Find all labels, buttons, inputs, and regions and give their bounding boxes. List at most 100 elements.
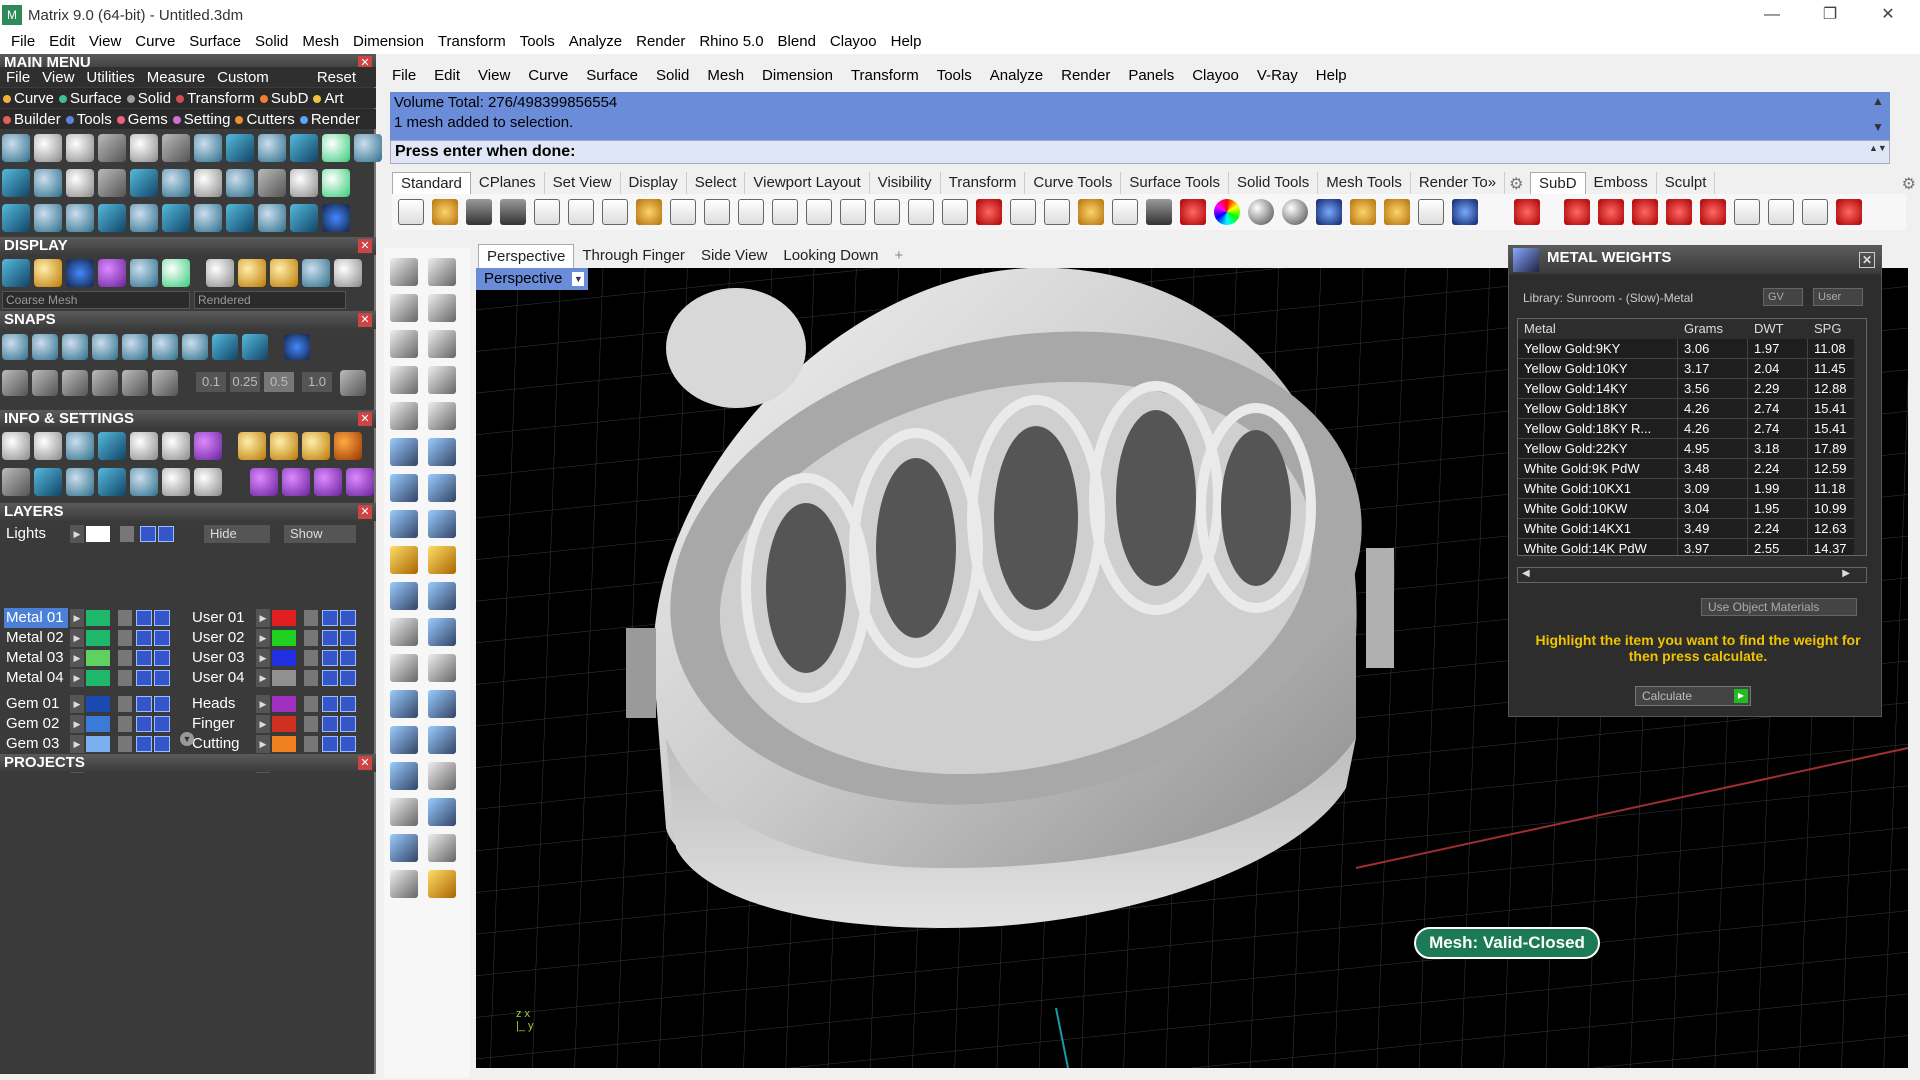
scale-icon[interactable] (428, 690, 456, 718)
layer-color-swatch[interactable] (272, 610, 296, 626)
expand-arrow-icon[interactable]: ▶ (70, 649, 84, 667)
visibility-icon[interactable] (322, 670, 338, 686)
visibility-icon[interactable] (154, 670, 170, 686)
polyline-icon[interactable] (390, 294, 418, 322)
visibility-icon[interactable] (154, 696, 170, 712)
subd-icon[interactable] (1700, 199, 1726, 225)
layer-color-swatch[interactable] (272, 716, 296, 732)
layer-row[interactable]: Metal 01 ▶ (0, 608, 184, 628)
grid-icon[interactable] (340, 370, 366, 396)
visibility-icon[interactable] (158, 526, 174, 542)
help-icon[interactable] (1452, 199, 1478, 225)
mm-measure[interactable]: Measure (141, 69, 211, 86)
offset-icon[interactable] (428, 654, 456, 682)
gear-icon[interactable] (1384, 199, 1410, 225)
lock-icon[interactable] (118, 696, 132, 712)
surface-icon[interactable] (390, 438, 418, 466)
expand-down-icon[interactable]: ▼ (180, 732, 194, 746)
menu-solid[interactable]: Solid (248, 30, 295, 54)
material-icon[interactable] (302, 259, 330, 287)
group-icon[interactable] (390, 726, 418, 754)
snap-icon[interactable] (152, 370, 178, 396)
text-icon[interactable] (390, 690, 418, 718)
layer-row[interactable]: User 01 ▶ (186, 608, 370, 628)
tab-render-tools[interactable]: Render To» (1411, 172, 1506, 194)
rhino-menu-clayoo[interactable]: Clayoo (1183, 67, 1248, 84)
menu-file[interactable]: File (4, 30, 42, 54)
tool-icon[interactable] (1010, 199, 1036, 225)
snap-icon[interactable] (242, 334, 268, 360)
tab-transform[interactable]: Transform (941, 172, 1026, 194)
snap-icon[interactable] (182, 334, 208, 360)
info-icon[interactable] (238, 432, 266, 460)
tool-icon[interactable] (226, 134, 254, 162)
layer-row-lights[interactable]: Lights ▶ Hide Show (0, 524, 376, 544)
subd-icon[interactable] (1666, 199, 1692, 225)
tool-icon[interactable] (290, 134, 318, 162)
rectangle-icon[interactable] (428, 366, 456, 394)
table-row[interactable]: White Gold:14KX1 3.49 2.24 12.63 (1518, 519, 1866, 539)
tool-icon[interactable] (194, 204, 222, 232)
expand-arrow-icon[interactable]: ▶ (256, 609, 270, 627)
visibility-icon[interactable] (340, 650, 356, 666)
rhino-menu-solid[interactable]: Solid (647, 67, 698, 84)
expand-arrow-icon[interactable]: ▶ (70, 525, 84, 543)
gumball-icon[interactable] (428, 798, 456, 826)
layer-color-swatch[interactable] (272, 670, 296, 686)
scroll-up-icon[interactable]: ▲ (1870, 94, 1886, 108)
move-icon[interactable] (390, 582, 418, 610)
table-row[interactable]: Yellow Gold:14KY 3.56 2.29 12.88 (1518, 379, 1866, 399)
cut-icon[interactable] (568, 199, 594, 225)
lock-icon[interactable] (304, 670, 318, 686)
move-icon[interactable] (738, 199, 764, 225)
close-icon[interactable]: ✕ (1859, 252, 1875, 268)
gv-toggle[interactable]: GV (1763, 288, 1803, 306)
tab-viewport-layout[interactable]: Viewport Layout (745, 172, 870, 194)
snap-icon[interactable] (122, 370, 148, 396)
layer-color-swatch[interactable] (272, 650, 296, 666)
rhino-menu-help[interactable]: Help (1307, 67, 1356, 84)
settings-icon[interactable] (1734, 199, 1760, 225)
visibility-icon[interactable] (154, 610, 170, 626)
loft-icon[interactable] (428, 438, 456, 466)
box-icon[interactable] (390, 474, 418, 502)
rhino-menu-surface[interactable]: Surface (577, 67, 647, 84)
lock-icon[interactable] (118, 670, 132, 686)
table-row[interactable]: Yellow Gold:10KY 3.17 2.04 11.45 (1518, 359, 1866, 379)
table-row[interactable]: White Gold:10KX1 3.09 1.99 11.18 (1518, 479, 1866, 499)
expand-arrow-icon[interactable]: ▶ (70, 715, 84, 733)
arc-icon[interactable] (390, 366, 418, 394)
tool-icon[interactable] (1078, 199, 1104, 225)
open-folder-icon[interactable] (432, 199, 458, 225)
layer-color-swatch[interactable] (86, 630, 110, 646)
info-icon[interactable] (98, 468, 126, 496)
visibility-icon[interactable] (136, 630, 152, 646)
print-icon[interactable] (500, 199, 526, 225)
tab-standard[interactable]: Standard (392, 172, 471, 194)
close-icon[interactable]: ✕ (358, 412, 372, 426)
ellipse-icon[interactable] (428, 330, 456, 358)
lock-icon[interactable] (304, 610, 318, 626)
tool-icon[interactable] (34, 134, 62, 162)
tool-icon[interactable] (98, 134, 126, 162)
zoom-icon[interactable] (772, 199, 798, 225)
tool-icon[interactable] (98, 169, 126, 197)
tab-solid-tools[interactable]: Solid Tools (1229, 172, 1319, 194)
column-header-metal[interactable]: Metal (1518, 319, 1678, 339)
menu-dimension[interactable]: Dimension (346, 30, 431, 54)
expand-arrow-icon[interactable]: ▶ (256, 629, 270, 647)
tool-icon[interactable] (194, 134, 222, 162)
viewport-tab-through-finger[interactable]: Through Finger (574, 244, 693, 268)
lock-icon[interactable] (304, 696, 318, 712)
tab-subd[interactable]: SubD (1530, 172, 1586, 194)
cat-builder[interactable]: Builder (0, 111, 63, 128)
layer-row[interactable]: User 04 ▶ (186, 668, 370, 688)
pan-hand-icon[interactable] (704, 199, 730, 225)
scroll-right-icon[interactable]: ▶ (1842, 568, 1850, 579)
menu-mesh[interactable]: Mesh (295, 30, 346, 54)
lock-icon[interactable] (118, 650, 132, 666)
table-row[interactable]: White Gold:14K PdW 3.97 2.55 14.37 (1518, 539, 1866, 555)
sphere-icon[interactable] (428, 474, 456, 502)
expand-arrow-icon[interactable]: ▶ (256, 715, 270, 733)
material-icon[interactable] (334, 259, 362, 287)
